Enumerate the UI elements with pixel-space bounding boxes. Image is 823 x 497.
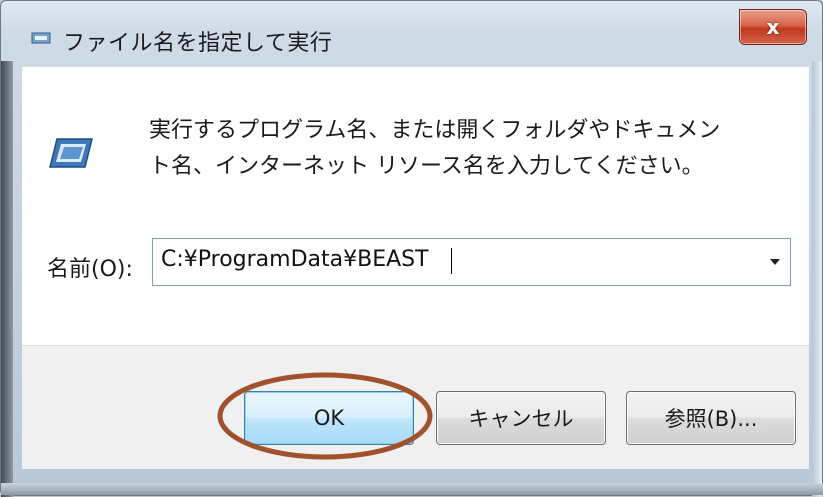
window-frame-bottom <box>1 483 823 495</box>
cancel-button[interactable]: キャンセル <box>436 391 606 445</box>
instruction-line-2: ト名、インターネット リソース名を入力してください。 <box>149 154 704 179</box>
ok-button[interactable]: OK <box>244 391 414 445</box>
instruction-text: 実行するプログラム名、または開くフォルダやドキュメン ト名、インターネット リソ… <box>149 113 789 185</box>
text-caret <box>451 248 452 274</box>
close-icon: x <box>766 15 780 39</box>
name-input-value[interactable]: C:¥ProgramData¥BEAST <box>161 247 429 272</box>
browse-button[interactable]: 参照(B)... <box>626 391 796 445</box>
name-combobox[interactable]: C:¥ProgramData¥BEAST <box>152 238 791 286</box>
window-frame-right <box>812 61 822 497</box>
run-dialog-title-icon <box>31 32 51 44</box>
instruction-line-1: 実行するプログラム名、または開くフォルダやドキュメン <box>149 118 721 143</box>
dialog-content <box>22 67 809 345</box>
name-label: 名前(O): <box>47 257 133 282</box>
close-button[interactable]: x <box>739 9 807 45</box>
run-program-icon <box>49 138 93 168</box>
chevron-down-icon[interactable] <box>770 259 780 265</box>
window-title: ファイル名を指定して実行 <box>63 31 333 56</box>
title-bar[interactable]: ファイル名を指定して実行 x <box>1 1 823 65</box>
window-frame-left <box>1 61 13 497</box>
dialog-window: ファイル名を指定して実行 x 実行するプログラム名、または開くフォルダやドキュメ… <box>0 0 823 497</box>
